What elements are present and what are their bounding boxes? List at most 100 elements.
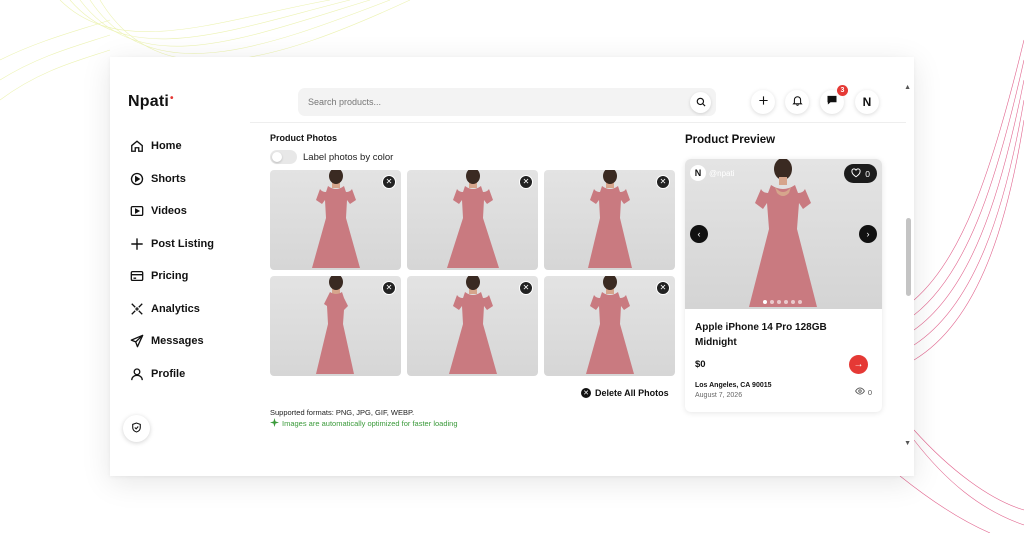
- product-photo[interactable]: ✕: [544, 170, 675, 270]
- label-by-color-row: Label photos by color: [270, 150, 393, 164]
- play-circle-icon: [130, 172, 144, 186]
- carousel-dot[interactable]: [784, 300, 788, 304]
- carousel-dot[interactable]: [777, 300, 781, 304]
- dress-image: [586, 276, 634, 374]
- sparkle-icon: [270, 418, 279, 429]
- sidebar-item-label: Shorts: [151, 172, 186, 185]
- remove-photo-button[interactable]: ✕: [519, 175, 533, 189]
- product-photo[interactable]: ✕: [407, 276, 538, 376]
- logo-dot: •: [170, 93, 174, 104]
- chevron-right-icon: ›: [866, 229, 870, 239]
- dress-image: [588, 170, 632, 268]
- view-count: 0: [854, 387, 872, 397]
- sidebar-item-label: Pricing: [151, 270, 189, 283]
- sidebar-item-label: Home: [151, 140, 182, 153]
- messages-badge: 3: [837, 85, 848, 96]
- photo-grid: ✕ ✕ ✕ ✕ ✕ ✕: [270, 170, 675, 376]
- scroll-up-arrow[interactable]: ▲: [904, 84, 911, 91]
- sidebar-item-shorts[interactable]: Shorts: [130, 163, 250, 196]
- remove-photo-button[interactable]: ✕: [519, 281, 533, 295]
- product-title: Apple iPhone 14 Pro 128GB Midnight: [695, 322, 827, 348]
- scroll-down-arrow[interactable]: ▼: [904, 440, 911, 447]
- product-preview-title: Product Preview: [685, 134, 776, 146]
- preview-image-carousel[interactable]: N @npati 0 ‹ ›: [685, 159, 882, 309]
- like-button[interactable]: 0: [844, 164, 877, 183]
- seller-handle: @npati: [709, 168, 735, 178]
- home-icon: [130, 139, 144, 153]
- bell-icon: [791, 93, 803, 111]
- remove-photo-button[interactable]: ✕: [382, 175, 396, 189]
- delete-all-photos-button[interactable]: ✕ Delete All Photos: [581, 388, 669, 398]
- notifications-button[interactable]: [785, 90, 809, 114]
- close-icon: ✕: [385, 177, 393, 186]
- remove-photo-button[interactable]: ✕: [656, 281, 670, 295]
- carousel-dots: [763, 300, 802, 304]
- seller-badge[interactable]: N @npati: [690, 165, 734, 181]
- sidebar-item-label: Post Listing: [151, 237, 214, 250]
- chat-icon: [826, 93, 838, 111]
- dress-image: [447, 170, 499, 268]
- analytics-icon: [130, 302, 144, 316]
- sidebar-item-profile[interactable]: Profile: [130, 358, 250, 391]
- user-avatar[interactable]: N: [855, 90, 879, 114]
- views-value: 0: [867, 387, 872, 397]
- carousel-next-button[interactable]: ›: [859, 225, 877, 243]
- search-input[interactable]: [298, 88, 678, 116]
- close-circle-icon: ✕: [581, 388, 591, 398]
- arrow-right-icon: →: [853, 359, 864, 370]
- messages-button[interactable]: 3: [820, 85, 848, 114]
- security-button[interactable]: [123, 415, 150, 442]
- product-photo[interactable]: ✕: [270, 170, 401, 270]
- product-photo[interactable]: ✕: [544, 276, 675, 376]
- sidebar-item-videos[interactable]: Videos: [130, 195, 250, 228]
- search-icon: [696, 94, 706, 112]
- carousel-prev-button[interactable]: ‹: [690, 225, 708, 243]
- search-button[interactable]: [690, 92, 711, 113]
- scrollbar-thumb[interactable]: [906, 218, 911, 296]
- sidebar-item-label: Analytics: [151, 302, 200, 315]
- carousel-dot[interactable]: [798, 300, 802, 304]
- card-icon: [130, 269, 144, 283]
- delete-all-label: Delete All Photos: [595, 388, 669, 398]
- sidebar-item-analytics[interactable]: Analytics: [130, 293, 250, 326]
- dress-image: [312, 170, 360, 268]
- product-photo[interactable]: ✕: [407, 170, 538, 270]
- sidebar-item-home[interactable]: Home: [130, 130, 250, 163]
- close-icon: ✕: [385, 283, 393, 292]
- sidebar-item-pricing[interactable]: Pricing: [130, 260, 250, 293]
- sidebar-item-messages[interactable]: Messages: [130, 325, 250, 358]
- view-product-button[interactable]: →: [849, 355, 868, 374]
- sidebar-item-label: Messages: [151, 335, 204, 348]
- close-icon: ✕: [522, 177, 530, 186]
- app-logo[interactable]: Npati•: [128, 93, 174, 111]
- send-icon: [130, 334, 144, 348]
- sidebar-item-post-listing[interactable]: Post Listing: [130, 228, 250, 261]
- carousel-dot[interactable]: [763, 300, 767, 304]
- add-button[interactable]: [751, 90, 775, 114]
- product-location: Los Angeles, CA 90015: [695, 382, 772, 389]
- search-bar: [298, 88, 716, 116]
- shield-icon: [131, 420, 142, 438]
- remove-photo-button[interactable]: ✕: [382, 281, 396, 295]
- chevron-left-icon: ‹: [697, 229, 701, 239]
- optimization-note: Images are automatically optimized for f…: [270, 418, 458, 429]
- user-icon: [130, 367, 144, 381]
- like-count: 0: [865, 168, 870, 179]
- header-divider: [250, 122, 906, 123]
- sidebar-item-label: Profile: [151, 367, 186, 380]
- carousel-dot[interactable]: [770, 300, 774, 304]
- optimization-text: Images are automatically optimized for f…: [282, 419, 458, 428]
- label-by-color-toggle[interactable]: [270, 150, 297, 164]
- app-window: Npati• Home Shorts Videos Post Listing P…: [110, 57, 914, 476]
- dress-image: [316, 276, 354, 374]
- remove-photo-button[interactable]: ✕: [656, 175, 670, 189]
- carousel-dot[interactable]: [791, 300, 795, 304]
- close-icon: ✕: [659, 177, 667, 186]
- close-icon: ✕: [659, 283, 667, 292]
- eye-icon: [854, 387, 865, 397]
- product-preview-card[interactable]: N @npati 0 ‹ › Apple iPhone 14 Pro 128GB…: [685, 159, 882, 412]
- product-photo[interactable]: ✕: [270, 276, 401, 376]
- supported-formats-text: Supported formats: PNG, JPG, GIF, WEBP.: [270, 408, 415, 417]
- seller-avatar: N: [690, 165, 706, 181]
- plus-icon: [758, 93, 769, 111]
